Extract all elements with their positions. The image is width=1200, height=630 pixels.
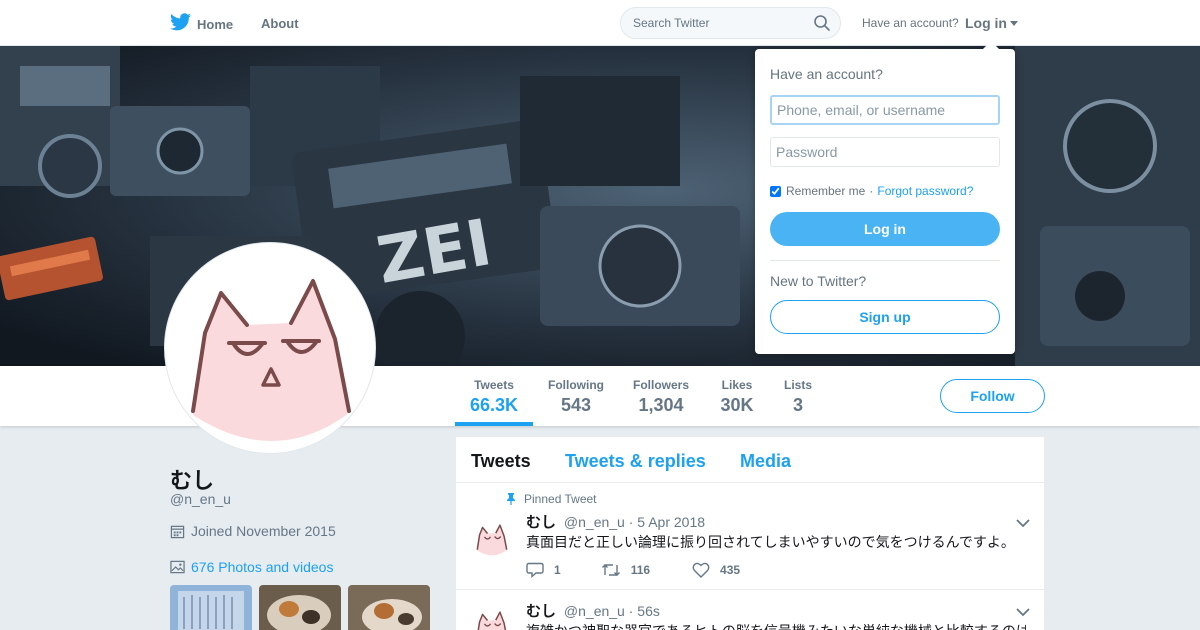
login-dropdown-title: Have an account? bbox=[770, 66, 883, 82]
tweet-header: むし @n_en_u · 56s bbox=[526, 600, 660, 621]
stat-lists-label: Lists bbox=[783, 378, 812, 392]
about-link[interactable]: About bbox=[261, 16, 299, 31]
login-dropdown: Have an account? Remember me · Forgot pa… bbox=[755, 41, 1015, 354]
like-count: 435 bbox=[720, 563, 741, 577]
home-link[interactable]: Home bbox=[170, 13, 233, 36]
retweet-button[interactable]: 116 bbox=[601, 562, 650, 578]
username-field[interactable] bbox=[770, 95, 1000, 125]
profile-joined-text: Joined November 2015 bbox=[191, 523, 336, 539]
login-dropdown-toggle[interactable]: Log in bbox=[965, 15, 1018, 31]
password-field[interactable] bbox=[770, 137, 1000, 167]
tweet-timestamp[interactable]: 56s bbox=[637, 603, 660, 619]
reply-button[interactable]: 1 bbox=[526, 562, 561, 578]
follow-button[interactable]: Follow bbox=[940, 379, 1045, 413]
profile-joined: Joined November 2015 bbox=[170, 523, 336, 539]
stat-lists[interactable]: Lists 3 bbox=[781, 378, 815, 416]
photos-videos-text: 676 Photos and videos bbox=[191, 559, 334, 575]
heart-icon bbox=[692, 562, 710, 578]
twitter-bird-icon bbox=[170, 13, 191, 36]
stat-likes-value: 30K bbox=[720, 395, 754, 415]
chevron-down-icon[interactable] bbox=[1016, 515, 1030, 533]
stat-tweets[interactable]: Tweets 66.3K bbox=[470, 378, 518, 416]
retweet-count: 116 bbox=[630, 563, 651, 577]
timeline: Tweets Tweets & replies Media Pinned Twe… bbox=[456, 437, 1044, 630]
tweet-text: 真面目だと正しい論理に振り回されてしまいやすいので気をつけるんですよ。 bbox=[526, 534, 1015, 550]
remember-me-checkbox[interactable] bbox=[770, 185, 781, 197]
pinned-label-text: Pinned Tweet bbox=[524, 492, 597, 506]
stat-following[interactable]: Following 543 bbox=[546, 378, 606, 416]
caret-down-icon bbox=[1010, 20, 1018, 26]
search-icon[interactable] bbox=[814, 15, 830, 36]
signup-button[interactable]: Sign up bbox=[770, 300, 1000, 334]
image-icon bbox=[170, 560, 185, 574]
search-box[interactable] bbox=[620, 7, 841, 39]
pin-icon bbox=[506, 493, 516, 505]
tweet-author-name[interactable]: むし bbox=[526, 603, 556, 620]
tweet-avatar[interactable] bbox=[472, 518, 512, 558]
media-thumbnail[interactable] bbox=[170, 585, 252, 630]
media-thumbnail[interactable] bbox=[259, 585, 341, 630]
pinned-label: Pinned Tweet bbox=[506, 492, 597, 506]
tweet-timestamp[interactable]: 5 Apr 2018 bbox=[637, 514, 705, 530]
have-account-text: Have an account? bbox=[862, 16, 959, 30]
new-to-twitter-text: New to Twitter? bbox=[770, 273, 867, 289]
like-button[interactable]: 435 bbox=[692, 562, 740, 578]
tweet-author-handle[interactable]: @n_en_u bbox=[564, 603, 625, 619]
tweet-author-handle[interactable]: @n_en_u bbox=[564, 514, 625, 530]
tweet-actions: 1 116 435 bbox=[526, 562, 765, 578]
tweet-avatar[interactable] bbox=[472, 605, 512, 630]
search-input[interactable] bbox=[633, 16, 813, 30]
stat-tweets-label: Tweets bbox=[474, 378, 514, 392]
stat-lists-value: 3 bbox=[792, 395, 803, 415]
stat-tweets-value: 66.3K bbox=[470, 395, 519, 415]
stat-following-value: 543 bbox=[560, 395, 592, 415]
retweet-icon bbox=[601, 562, 621, 578]
stat-following-label: Following bbox=[548, 378, 604, 392]
photos-videos-link[interactable]: 676 Photos and videos bbox=[170, 559, 333, 575]
tweet-item[interactable]: むし @n_en_u · 56s 複雑かつ神聖な器官であるヒトの脳を信号機みたい… bbox=[456, 590, 1044, 630]
chevron-down-icon[interactable] bbox=[1016, 604, 1030, 622]
tweet-text: 複雑かつ神聖な器官であるヒトの脳を信号機みたいな単純な機械と比較するのは bbox=[526, 621, 1026, 630]
remember-me-row: Remember me · Forgot password? bbox=[770, 184, 973, 198]
stat-followers[interactable]: Followers 1,304 bbox=[631, 378, 691, 416]
tab-tweets-replies[interactable]: Tweets & replies bbox=[565, 451, 706, 472]
login-link-label: Log in bbox=[965, 15, 1007, 31]
divider bbox=[770, 260, 1000, 261]
stat-likes-label: Likes bbox=[721, 378, 753, 392]
profile-avatar[interactable] bbox=[164, 242, 376, 454]
media-thumbnail[interactable] bbox=[348, 585, 430, 630]
home-label: Home bbox=[197, 17, 234, 32]
tweet-author-name[interactable]: むし bbox=[526, 514, 556, 531]
login-button[interactable]: Log in bbox=[770, 212, 1000, 246]
separator: · bbox=[869, 184, 874, 198]
active-stat-underline bbox=[455, 422, 533, 426]
stat-followers-label: Followers bbox=[632, 378, 689, 392]
tweet-item[interactable]: Pinned Tweet むし @n_en_u · 5 Apr 2018 真面目… bbox=[456, 483, 1044, 590]
remember-me-label[interactable]: Remember me bbox=[786, 184, 865, 198]
stat-followers-value: 1,304 bbox=[638, 395, 684, 415]
calendar-icon bbox=[170, 524, 185, 539]
reply-count: 1 bbox=[554, 563, 561, 577]
reply-icon bbox=[526, 562, 544, 578]
stat-likes[interactable]: Likes 30K bbox=[718, 378, 756, 416]
tweet-header: むし @n_en_u · 5 Apr 2018 bbox=[526, 511, 705, 532]
timeline-tabs: Tweets Tweets & replies Media bbox=[456, 437, 1044, 483]
top-navigation: Home About Have an account? Log in bbox=[0, 0, 1200, 46]
forgot-password-link[interactable]: Forgot password? bbox=[877, 184, 973, 198]
profile-handle[interactable]: @n_en_u bbox=[170, 491, 231, 507]
tweet-dot: · bbox=[628, 514, 634, 530]
tweet-dot: · bbox=[628, 603, 634, 619]
tab-tweets[interactable]: Tweets bbox=[471, 451, 531, 472]
tab-media[interactable]: Media bbox=[740, 451, 791, 472]
